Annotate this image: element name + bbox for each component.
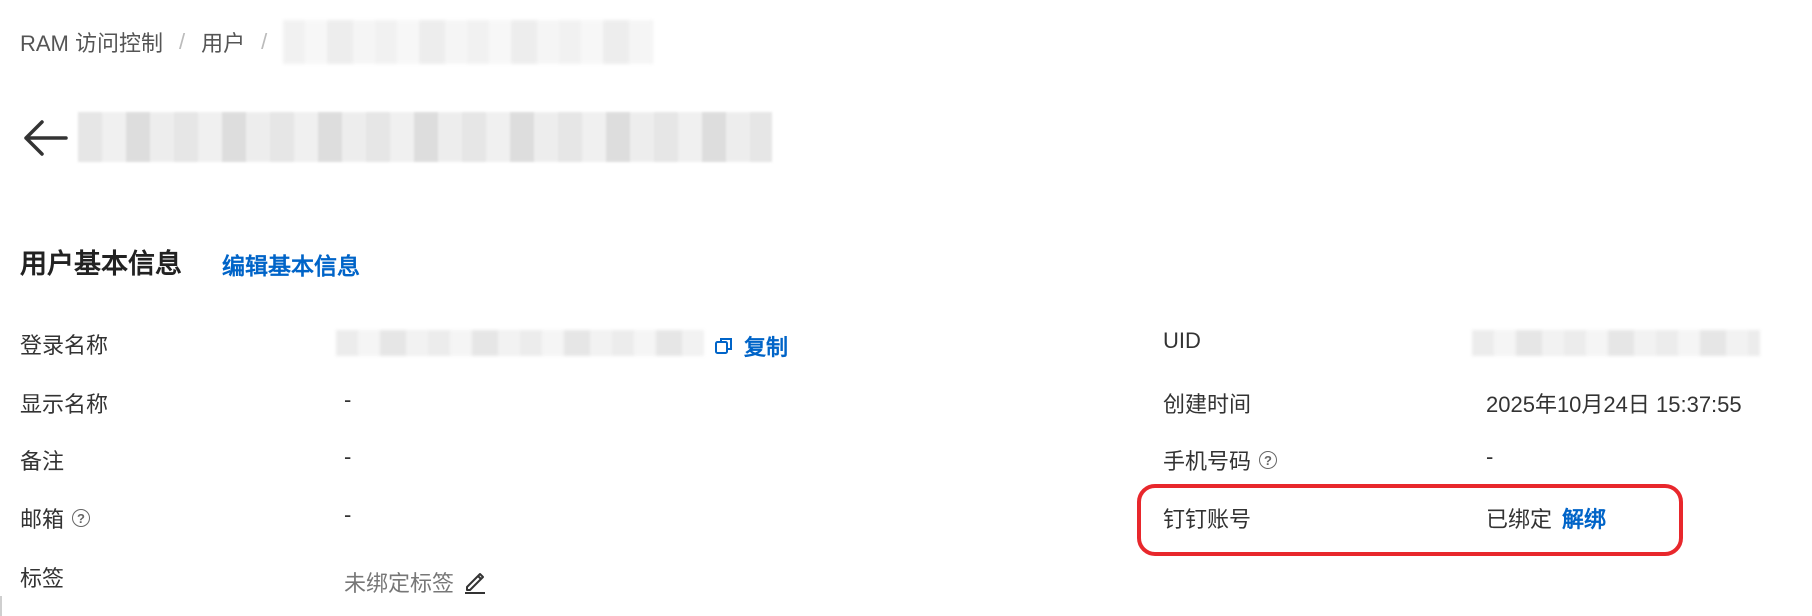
created-time-value: 2025年10月24日 15:37:55 [1486, 392, 1742, 417]
dingtalk-status: 已绑定 [1486, 507, 1553, 532]
email-value: - [344, 502, 352, 527]
dingtalk-value-row: 已绑定 解绑 [1486, 502, 1606, 534]
tags-value-row: 未绑定标签 [344, 566, 488, 598]
breadcrumb-item-current-redacted [283, 20, 654, 64]
breadcrumb-separator: / [179, 29, 186, 54]
uid-label: UID [1163, 328, 1201, 353]
remark-label: 备注 [20, 449, 65, 474]
breadcrumb-item-ram[interactable]: RAM 访问控制 [20, 26, 163, 58]
help-icon[interactable]: ? [1259, 451, 1278, 469]
tags-value: 未绑定标签 [344, 571, 455, 596]
edit-basic-info-link[interactable]: 编辑基本信息 [222, 247, 360, 281]
login-name-value-redacted [336, 330, 704, 356]
help-icon[interactable]: ? [72, 509, 91, 527]
remark-value: - [344, 444, 352, 469]
back-arrow-icon[interactable] [20, 114, 70, 162]
section-title: 用户基本信息 [20, 249, 182, 279]
copy-icon [715, 338, 732, 354]
phone-value: - [1486, 444, 1494, 469]
copy-label: 复制 [744, 335, 789, 360]
left-edge-divider [0, 596, 2, 616]
edit-tags-pencil-icon[interactable] [462, 569, 488, 595]
dingtalk-label: 钉钉账号 [1163, 507, 1252, 532]
email-label-row: 邮箱 ? [20, 502, 91, 534]
page-title-redacted [78, 112, 772, 162]
breadcrumb-separator: / [261, 29, 268, 54]
uid-value-redacted [1472, 330, 1760, 356]
breadcrumb: RAM 访问控制 / 用户 / [20, 20, 654, 64]
phone-label: 手机号码 [1163, 449, 1252, 474]
email-label: 邮箱 [20, 507, 65, 532]
copy-button[interactable]: 复制 [714, 330, 788, 362]
phone-label-row: 手机号码 ? [1163, 444, 1278, 476]
created-time-label: 创建时间 [1163, 392, 1252, 417]
tags-label: 标签 [20, 566, 65, 591]
unbind-link[interactable]: 解绑 [1562, 502, 1606, 534]
breadcrumb-item-users[interactable]: 用户 [201, 26, 245, 58]
login-name-label: 登录名称 [20, 333, 109, 358]
display-name-label: 显示名称 [20, 392, 109, 417]
display-name-value: - [344, 387, 352, 412]
